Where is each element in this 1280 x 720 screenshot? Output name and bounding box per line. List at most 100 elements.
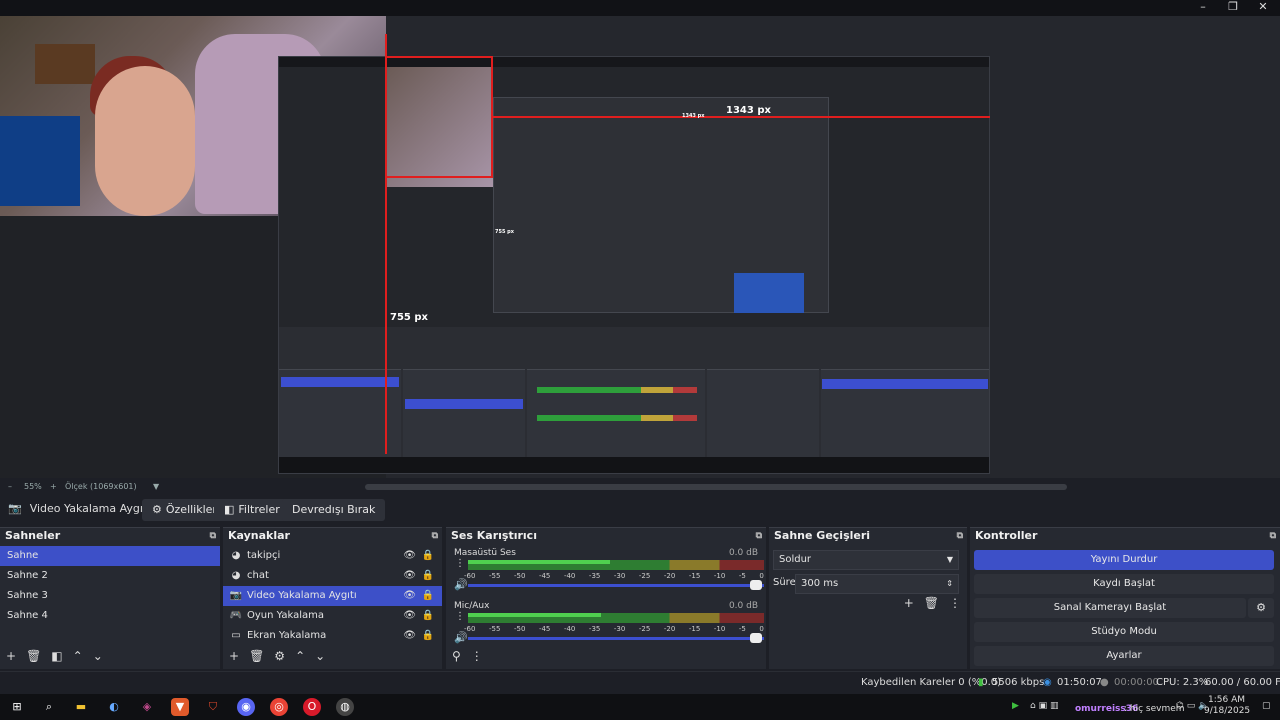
play-icon[interactable]: ▶: [1012, 701, 1019, 711]
source-item[interactable]: ▭ Ekran Yakalama 👁 🔒: [223, 626, 442, 646]
selected-source: 📷 Video Yakalama Aygıtı: [8, 502, 151, 515]
filter-icon: ◧: [224, 503, 235, 516]
tray-icons[interactable]: ⌂ ▣ ▥: [1030, 701, 1058, 711]
shield-icon[interactable]: ⛉: [204, 698, 222, 716]
scale-dropdown[interactable]: ▼: [153, 482, 159, 491]
duration-input[interactable]: 300 ms ⇕: [795, 574, 959, 594]
title-bar: – ❐ ✕: [0, 0, 1280, 16]
kebab-menu-icon[interactable]: ⋮: [455, 558, 465, 569]
move-down-icon[interactable]: ⌄: [315, 649, 325, 663]
start-recording-button[interactable]: Kaydı Başlat: [974, 574, 1274, 594]
clock-date[interactable]: 9/18/2025: [1204, 706, 1250, 716]
camera-icon: 📷: [229, 590, 243, 601]
lock-icon[interactable]: 🔒: [422, 566, 434, 586]
brave-icon[interactable]: ▼: [171, 698, 189, 716]
search-icon[interactable]: ⌕: [40, 698, 58, 716]
source-item[interactable]: ◕ takipçi 👁 🔒: [223, 546, 442, 566]
undock-icon[interactable]: ⧉: [210, 528, 216, 544]
gear-icon[interactable]: ⚙: [274, 649, 285, 663]
width-guide: [492, 116, 990, 118]
speaker-icon[interactable]: 🔊: [454, 578, 468, 591]
slider-handle[interactable]: [750, 633, 762, 643]
signal-icon: ▮: [978, 677, 984, 688]
source-item[interactable]: 🎮 Oyun Yakalama 👁 🔒: [223, 606, 442, 626]
notifications-icon[interactable]: ▢: [1262, 701, 1271, 711]
monitor-icon: ▭: [231, 630, 241, 641]
volume-slider[interactable]: [468, 633, 764, 643]
scene-item[interactable]: Sahne 2: [0, 566, 220, 586]
scenes-title: Sahneler: [5, 529, 61, 542]
opera-icon[interactable]: O: [303, 698, 321, 716]
lock-icon[interactable]: 🔒: [422, 586, 434, 606]
source-item[interactable]: ◕ chat 👁 🔒: [223, 566, 442, 586]
source-toolbar: 📷 Video Yakalama Aygıtı ⚙ Özellikler ◧ Fil…: [0, 496, 1280, 524]
meter-ticks: -60 -55 -50 -45 -40 -35 -30 -25 -20 -15 -10 -5 0: [464, 625, 764, 633]
link-icon[interactable]: ⚲: [452, 649, 461, 663]
undock-icon[interactable]: ⧉: [1270, 528, 1276, 544]
app-icon[interactable]: ◈: [138, 698, 156, 716]
stop-stream-button[interactable]: Yayını Durdur: [974, 550, 1274, 570]
add-transition-icon[interactable]: +: [904, 596, 914, 610]
studio-mode-button[interactable]: Stüdyo Modu: [974, 622, 1274, 642]
width-label-small: 1343 px: [682, 113, 705, 119]
start-virtualcam-button[interactable]: Sanal Kamerayı Başlat: [974, 598, 1246, 618]
lock-icon[interactable]: 🔒: [422, 606, 434, 626]
settings-button[interactable]: Ayarlar: [974, 646, 1274, 666]
filters-button[interactable]: ◧ Filtreler: [214, 499, 290, 521]
stream-time: 01:50:07: [1057, 677, 1102, 688]
browser-icon: ◕: [231, 570, 241, 581]
eye-icon[interactable]: 👁: [403, 546, 416, 566]
trash-icon[interactable]: 🗑: [26, 649, 41, 663]
eye-icon[interactable]: 👁: [403, 566, 416, 586]
chrome-icon[interactable]: ◎: [270, 698, 288, 716]
volume-slider[interactable]: [468, 580, 764, 590]
lock-icon[interactable]: 🔒: [422, 546, 434, 566]
minimize-button[interactable]: –: [1188, 0, 1218, 16]
eye-icon[interactable]: 👁: [403, 626, 416, 646]
eye-icon[interactable]: 👁: [403, 606, 416, 626]
move-up-icon[interactable]: ⌃: [73, 649, 83, 663]
controls-title: Kontroller: [975, 529, 1038, 542]
preview-scrollbar[interactable]: [365, 484, 1067, 490]
move-up-icon[interactable]: ⌃: [295, 649, 305, 663]
slider-handle[interactable]: [750, 580, 762, 590]
transition-select[interactable]: Soldur ▼: [773, 550, 959, 570]
trash-icon[interactable]: 🗑: [249, 649, 264, 663]
folder-icon[interactable]: ▬: [72, 698, 90, 716]
trash-icon[interactable]: 🗑: [924, 596, 939, 610]
clock-time[interactable]: 1:56 AM: [1208, 695, 1245, 705]
scene-filters-icon[interactable]: ◧: [51, 649, 62, 663]
speaker-icon[interactable]: 🔊: [454, 631, 468, 644]
obs-icon[interactable]: ◍: [336, 698, 354, 716]
lock-icon[interactable]: 🔒: [422, 626, 434, 646]
add-source-icon[interactable]: +: [229, 649, 239, 663]
deactivate-button[interactable]: Devredışı Bırak: [282, 499, 386, 521]
scene-item[interactable]: Sahne 4: [0, 606, 220, 626]
kebab-menu-icon[interactable]: ⋮: [949, 596, 961, 610]
zoom-out-button[interactable]: –: [8, 482, 12, 491]
close-button[interactable]: ✕: [1248, 0, 1278, 16]
discord-icon[interactable]: ◉: [237, 698, 255, 716]
restore-button[interactable]: ❐: [1218, 0, 1248, 16]
zoom-level: 55%: [24, 482, 42, 491]
spin-arrows-icon[interactable]: ⇕: [946, 575, 953, 593]
record-time: 00:00:00: [1114, 677, 1159, 688]
scene-item[interactable]: Sahne: [0, 546, 220, 566]
undock-icon[interactable]: ⧉: [957, 528, 963, 544]
kebab-menu-icon[interactable]: ⋮: [455, 611, 465, 622]
preview-canvas[interactable]: 1343 px 755 px 1343 px 755 px: [0, 16, 1280, 478]
undock-icon[interactable]: ⧉: [756, 528, 762, 544]
volume-meter: [468, 560, 764, 570]
scene-item[interactable]: Sahne 3: [0, 586, 220, 606]
source-item[interactable]: 📷 Video Yakalama Aygıtı 👁 🔒: [223, 586, 442, 606]
scale-label: Ölçek (1069x601): [65, 482, 137, 491]
eye-icon[interactable]: 👁: [403, 586, 416, 606]
zoom-in-button[interactable]: +: [50, 482, 57, 491]
gear-icon[interactable]: ⚙: [1248, 598, 1274, 618]
kebab-menu-icon[interactable]: ⋮: [471, 649, 483, 663]
move-down-icon[interactable]: ⌄: [93, 649, 103, 663]
steam-icon[interactable]: ◐: [105, 698, 123, 716]
windows-start-icon[interactable]: ⊞: [8, 698, 26, 716]
undock-icon[interactable]: ⧉: [432, 528, 438, 544]
add-scene-icon[interactable]: +: [6, 649, 16, 663]
